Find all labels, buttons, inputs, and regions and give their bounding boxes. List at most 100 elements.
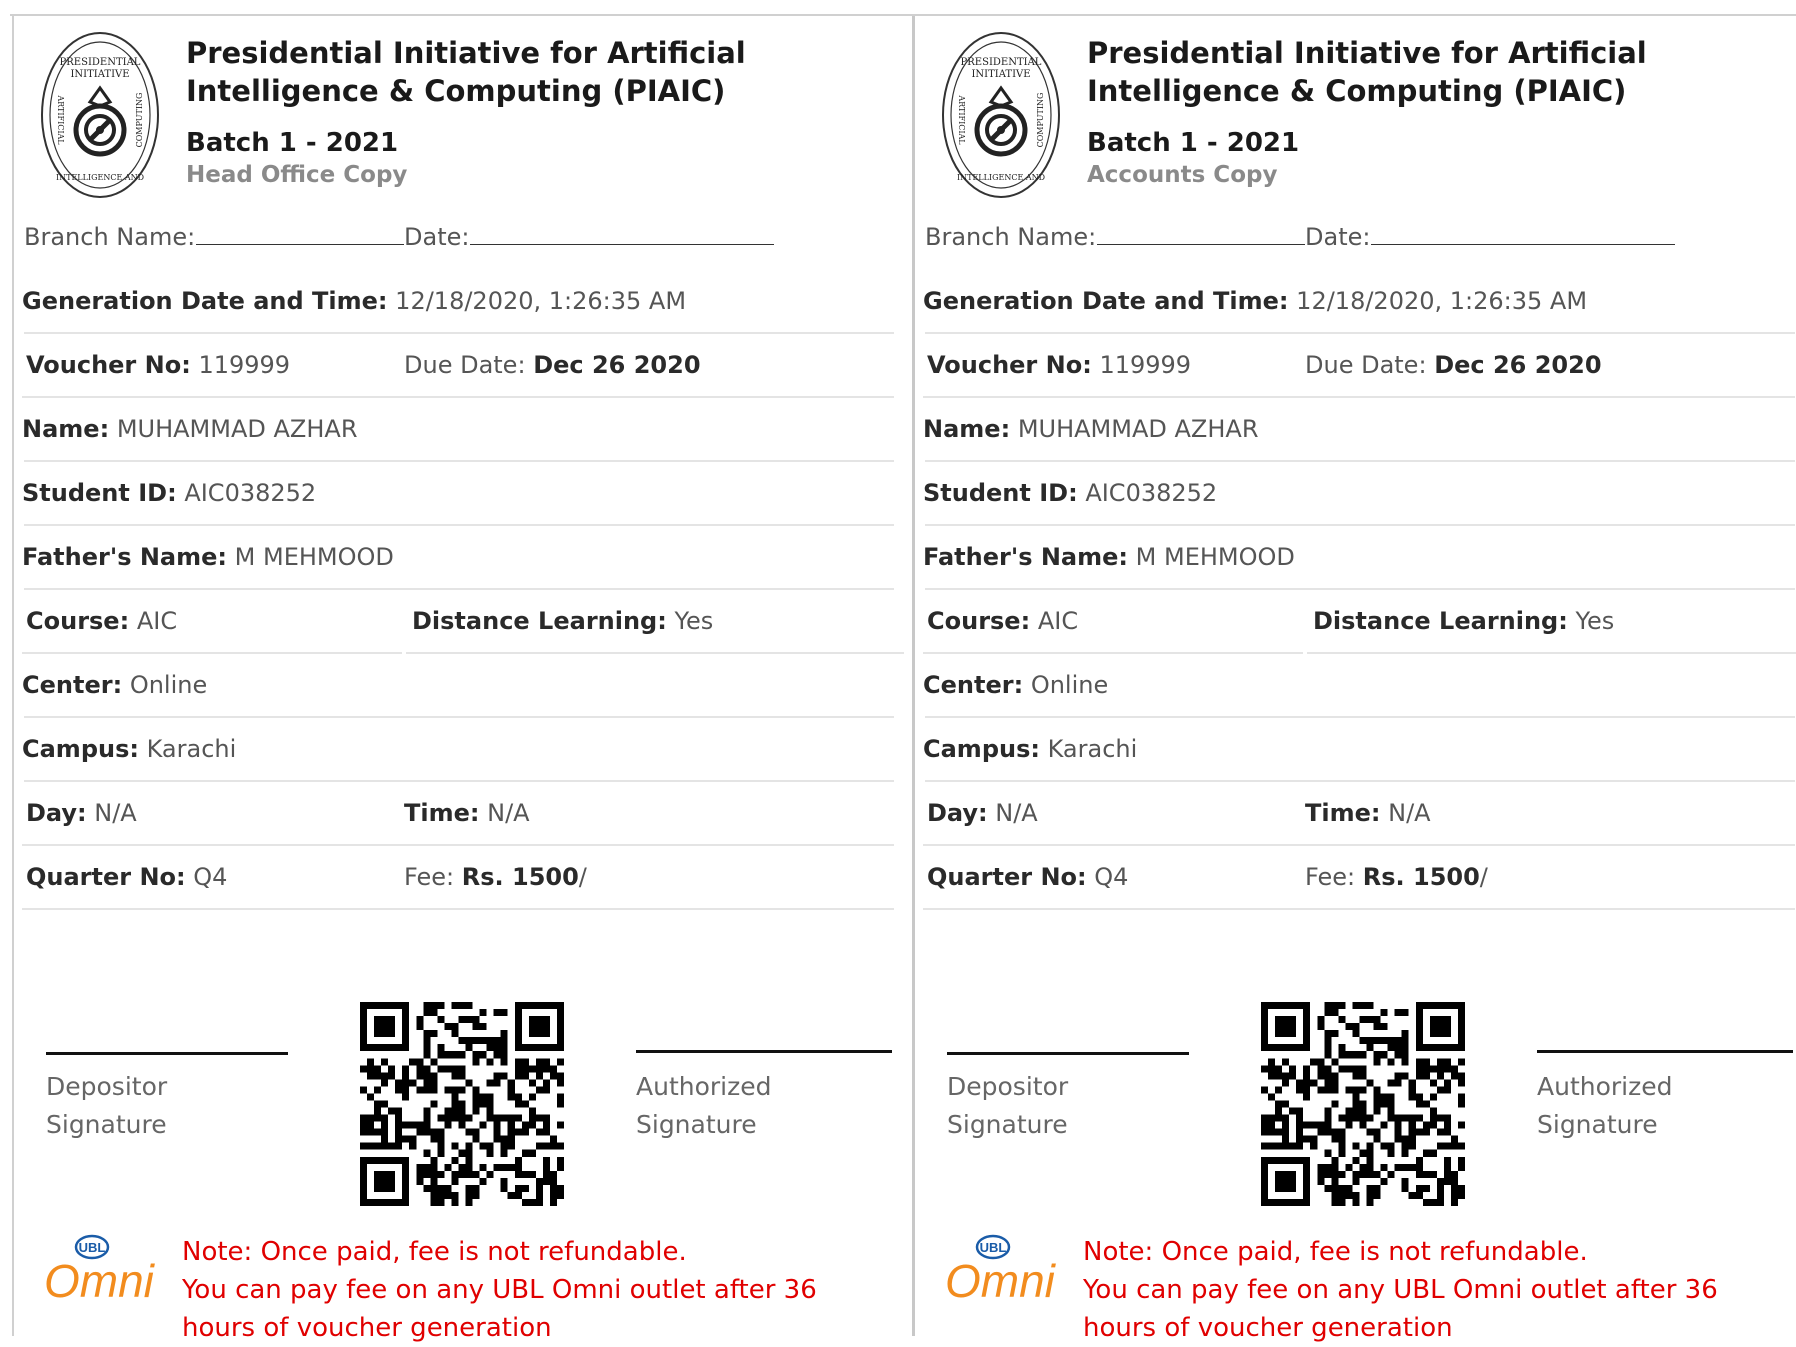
voucher-row: Voucher No: 119999 Due Date: Dec 26 2020: [14, 334, 894, 398]
fee-voucher-page: PRESIDENTIAL INITIATIVE ARTIFICIAL COMPU…: [0, 0, 1796, 1343]
voucher-label: Voucher No:: [26, 351, 191, 379]
name-value: MUHAMMAD AZHAR: [116, 415, 358, 443]
name-value: MUHAMMAD AZHAR: [1017, 415, 1259, 443]
center-value: Online: [129, 671, 208, 699]
svg-text:INITIATIVE: INITIATIVE: [70, 69, 129, 80]
refund-note: Note: Once paid, fee is not refundable. …: [1083, 1233, 1783, 1347]
generation-value: 12/18/2020, 1:26:35 AM: [395, 287, 687, 315]
father-name-row: Father's Name: M MEHMOOD: [14, 526, 894, 590]
authorized-signature-label: Authorized Signature: [1537, 1072, 1673, 1139]
name-row: Name: MUHAMMAD AZHAR: [14, 398, 894, 462]
quarter-label: Quarter No:: [26, 863, 186, 891]
fee-value: Rs. 1500: [1362, 863, 1480, 891]
authorized-signature-line: [636, 1050, 892, 1053]
svg-text:INITIATIVE: INITIATIVE: [971, 69, 1030, 80]
refund-note: Note: Once paid, fee is not refundable. …: [182, 1233, 882, 1347]
fee-value: Rs. 1500: [461, 863, 579, 891]
note-refund-line: Note: Once paid, fee is not refundable.: [1083, 1237, 1588, 1267]
day-value: N/A: [94, 799, 137, 827]
student-id-row: Student ID: AIC038252: [14, 462, 894, 526]
generation-value: 12/18/2020, 1:26:35 AM: [1296, 287, 1588, 315]
generation-row: Generation Date and Time: 12/18/2020, 1:…: [14, 270, 894, 334]
branch-date-row: Branch Name: Date:: [14, 206, 894, 270]
course-value: AIC: [1037, 607, 1079, 635]
student-id-value: AIC038252: [1085, 479, 1218, 507]
voucher-header: PRESIDENTIAL INITIATIVE ARTIFICIAL COMPU…: [915, 16, 1796, 206]
time-label: Time:: [404, 799, 480, 827]
father-name-value: M MEHMOOD: [234, 543, 394, 571]
campus-label: Campus:: [923, 735, 1040, 763]
qr-code: [1261, 1002, 1465, 1206]
day-time-row: Day: N/A Time: N/A: [915, 782, 1795, 846]
distance-learning-label: Distance Learning:: [412, 607, 667, 635]
name-label: Name:: [923, 415, 1011, 443]
campus-value: Karachi: [146, 735, 237, 763]
voucher-copy-head-office: PRESIDENTIAL INITIATIVE ARTIFICIAL COMPU…: [12, 16, 904, 1343]
omni-text: Omni: [945, 1255, 1057, 1307]
fee-label: Fee:: [404, 863, 455, 891]
batch-label: Batch 1 - 2021: [186, 128, 399, 158]
authorized-signature-line: [1537, 1050, 1793, 1053]
father-name-value: M MEHMOOD: [1135, 543, 1295, 571]
omni-text: Omni: [44, 1255, 156, 1307]
day-value: N/A: [995, 799, 1038, 827]
name-label: Name:: [22, 415, 110, 443]
date-field[interactable]: Date:: [404, 206, 775, 268]
father-name-label: Father's Name:: [22, 543, 228, 571]
branch-name-field[interactable]: Branch Name:: [24, 206, 405, 268]
center-row: Center: Online: [14, 654, 894, 718]
center-label: Center:: [923, 671, 1024, 699]
depositor-signature-line: [947, 1052, 1189, 1055]
day-label: Day:: [927, 799, 988, 827]
due-date-label: Due Date:: [1305, 351, 1427, 379]
svg-text:ARTIFICIAL: ARTIFICIAL: [56, 94, 65, 145]
organization-title: Presidential Initiative for Artificial I…: [1087, 36, 1647, 108]
distance-learning-value: Yes: [1575, 607, 1615, 635]
student-id-row: Student ID: AIC038252: [915, 462, 1795, 526]
course-value: AIC: [136, 607, 178, 635]
organization-title: Presidential Initiative for Artificial I…: [186, 36, 746, 108]
ubl-text: UBL: [79, 1240, 106, 1255]
fee-suffix: /: [578, 863, 587, 891]
center-label: Center:: [22, 671, 123, 699]
svg-text:PRESIDENTIAL: PRESIDENTIAL: [961, 57, 1042, 68]
due-date-value: Dec 26 2020: [533, 351, 701, 379]
student-id-label: Student ID:: [22, 479, 177, 507]
campus-row: Campus: Karachi: [14, 718, 894, 782]
quarter-value: Q4: [1094, 863, 1129, 891]
due-date-label: Due Date:: [404, 351, 526, 379]
generation-label: Generation Date and Time:: [923, 287, 1289, 315]
time-value: N/A: [1388, 799, 1431, 827]
day-label: Day:: [26, 799, 87, 827]
svg-text:ARTIFICIAL: ARTIFICIAL: [957, 94, 966, 145]
student-id-value: AIC038252: [184, 479, 317, 507]
authorized-signature-label: Authorized Signature: [636, 1072, 772, 1139]
branch-date-row: Branch Name: Date:: [915, 206, 1795, 270]
batch-label: Batch 1 - 2021: [1087, 128, 1300, 158]
svg-text:INTELLIGENCE AND: INTELLIGENCE AND: [56, 173, 144, 182]
course-label: Course:: [927, 607, 1031, 635]
quarter-fee-row: Quarter No: Q4 Fee: Rs. 1500/: [915, 846, 1795, 910]
copy-type-label: Accounts Copy: [1087, 162, 1278, 188]
svg-text:COMPUTING: COMPUTING: [135, 93, 144, 148]
note-refund-line: Note: Once paid, fee is not refundable.: [182, 1237, 687, 1267]
svg-text:INTELLIGENCE AND: INTELLIGENCE AND: [957, 173, 1045, 182]
student-id-label: Student ID:: [923, 479, 1078, 507]
day-time-row: Day: N/A Time: N/A: [14, 782, 894, 846]
voucher-label: Voucher No:: [927, 351, 1092, 379]
ubl-omni-logo: UBL Omni: [945, 1234, 1057, 1307]
time-label: Time:: [1305, 799, 1381, 827]
name-row: Name: MUHAMMAD AZHAR: [915, 398, 1795, 462]
svg-text:PRESIDENTIAL: PRESIDENTIAL: [60, 57, 141, 68]
branch-name-field[interactable]: Branch Name:: [925, 206, 1306, 268]
course-label: Course:: [26, 607, 130, 635]
campus-value: Karachi: [1047, 735, 1138, 763]
copy-type-label: Head Office Copy: [186, 162, 408, 188]
father-name-label: Father's Name:: [923, 543, 1129, 571]
father-name-row: Father's Name: M MEHMOOD: [915, 526, 1795, 590]
distance-learning-label: Distance Learning:: [1313, 607, 1568, 635]
date-field[interactable]: Date:: [1305, 206, 1676, 268]
fee-suffix: /: [1479, 863, 1488, 891]
due-date-value: Dec 26 2020: [1434, 351, 1602, 379]
quarter-value: Q4: [193, 863, 228, 891]
